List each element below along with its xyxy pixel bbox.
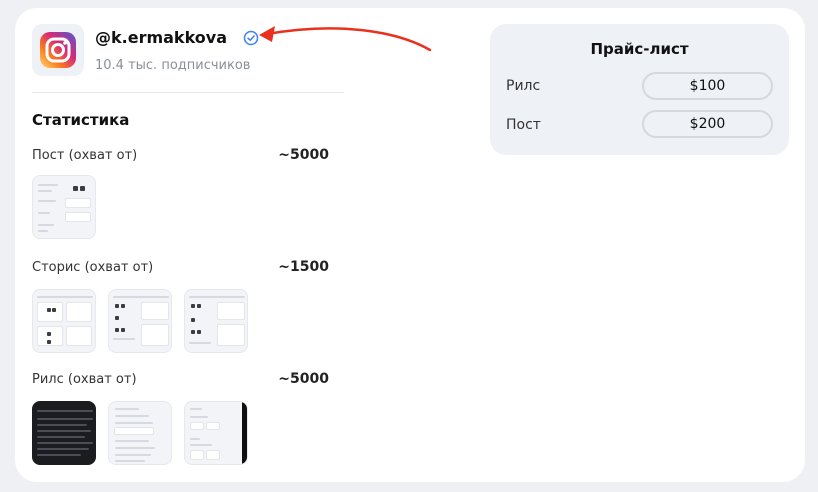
influencer-card: @k.ermakkova 10.4 тыс. подписчиков Стати… — [15, 8, 805, 482]
stat-label-post: Пост (охват от) — [32, 148, 138, 163]
stats-title: Статистика — [32, 111, 130, 129]
stat-screenshot-thumbnail[interactable] — [108, 401, 172, 465]
followers-count: 10.4 тыс. подписчиков — [95, 58, 251, 73]
stat-value-post: ~5000 — [278, 147, 329, 163]
divider — [32, 92, 344, 93]
price-label-reels: Рилс — [506, 78, 541, 94]
stat-screenshot-thumbnail[interactable] — [184, 401, 248, 465]
stat-screenshot-thumbnail[interactable] — [32, 289, 96, 353]
stat-screenshot-thumbnail[interactable] — [32, 401, 96, 465]
stat-screenshot-thumbnail[interactable] — [184, 289, 248, 353]
instagram-icon — [40, 32, 76, 68]
stat-label-reels: Рилс (охват от) — [32, 372, 137, 387]
pricelist-panel: Прайс-лист Рилс $100 Пост $200 — [490, 24, 789, 155]
stat-screenshot-thumbnail[interactable] — [32, 175, 96, 239]
pricelist-title: Прайс-лист — [590, 40, 689, 58]
stat-value-reels: ~5000 — [278, 371, 329, 387]
stat-screenshot-thumbnail[interactable] — [108, 289, 172, 353]
price-button-post[interactable]: $200 — [642, 110, 773, 138]
avatar[interactable] — [32, 24, 84, 76]
pointer-arrow-icon — [259, 26, 432, 52]
price-label-post: Пост — [506, 117, 541, 133]
stories-thumbnails — [32, 289, 248, 353]
price-button-reels[interactable]: $100 — [642, 72, 773, 100]
profile-handle[interactable]: @k.ermakkova — [95, 28, 227, 47]
stat-label-stories: Сторис (охват от) — [32, 260, 154, 275]
post-thumbnails — [32, 175, 96, 239]
stat-value-stories: ~1500 — [278, 259, 329, 275]
reels-thumbnails — [32, 401, 248, 465]
